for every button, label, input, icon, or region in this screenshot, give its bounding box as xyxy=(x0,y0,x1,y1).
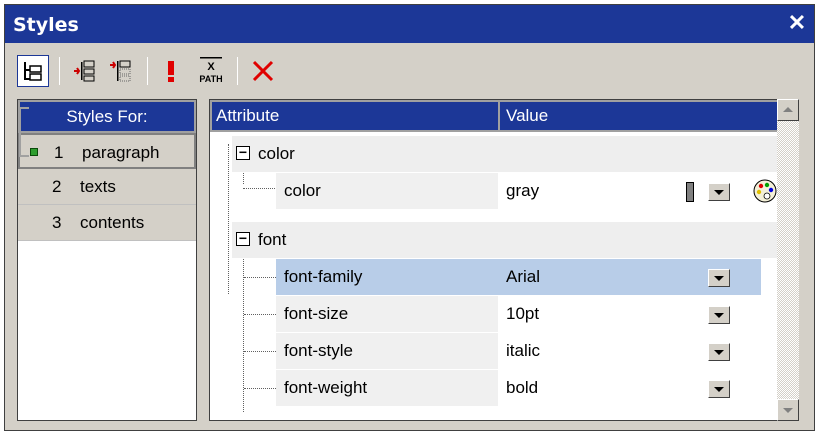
delete-button[interactable] xyxy=(247,55,279,87)
important-button[interactable] xyxy=(155,55,187,87)
styles-for-pane: Styles For: 1 paragraph 2 texts 3 conten… xyxy=(17,99,197,421)
delete-icon xyxy=(252,60,274,82)
add-style-icon xyxy=(74,60,95,82)
styles-for-item-1[interactable]: 1 paragraph xyxy=(18,133,196,169)
xpath-icon: X PATH xyxy=(199,57,223,84)
attribute-value[interactable]: 10pt xyxy=(506,304,539,324)
title-bar: Styles ✕ xyxy=(5,5,814,43)
pane-splitter[interactable] xyxy=(197,99,209,421)
active-indicator-icon xyxy=(30,148,38,156)
xpath-button[interactable]: X PATH xyxy=(195,55,227,87)
group-label: color xyxy=(258,144,295,163)
item-label: contents xyxy=(80,213,145,232)
append-style-button[interactable] xyxy=(105,55,137,87)
value-dropdown-icon[interactable] xyxy=(708,343,730,361)
attribute-name: font-style xyxy=(284,341,353,360)
attribute-row-font-size[interactable]: font-size 10pt xyxy=(210,296,792,333)
grid-header: Attribute Value xyxy=(210,100,792,132)
attribute-name: font-family xyxy=(284,267,363,286)
attribute-value[interactable]: italic xyxy=(506,341,540,361)
window-title: Styles xyxy=(13,14,79,36)
add-style-button[interactable] xyxy=(69,55,101,87)
attribute-row-color[interactable]: color gray xyxy=(210,173,792,210)
attribute-row-font-family[interactable]: font-family Arial xyxy=(210,259,792,296)
attribute-column-header[interactable]: Attribute xyxy=(216,106,279,126)
value-dropdown-icon[interactable] xyxy=(708,269,730,287)
group-label: font xyxy=(258,230,287,249)
item-number: 3 xyxy=(52,213,62,232)
item-label: texts xyxy=(80,177,116,196)
value-dropdown-icon[interactable] xyxy=(708,380,730,398)
toolbar-separator xyxy=(59,57,60,85)
tree-line xyxy=(244,388,276,389)
group-row-color[interactable]: − color xyxy=(210,136,792,173)
attribute-name: color xyxy=(284,181,321,200)
styles-for-item-2[interactable]: 2 texts xyxy=(18,169,196,205)
close-icon[interactable]: ✕ xyxy=(786,12,808,34)
styles-for-header: Styles For: xyxy=(18,100,196,133)
append-style-icon xyxy=(110,60,131,82)
tree-line xyxy=(244,351,276,352)
scroll-track[interactable] xyxy=(777,121,799,399)
tree-view-button[interactable] xyxy=(17,55,49,87)
attribute-row-font-weight[interactable]: font-weight bold xyxy=(210,370,792,407)
tree-line xyxy=(244,314,276,315)
styles-for-empty xyxy=(18,242,196,420)
item-label: paragraph xyxy=(82,143,160,162)
collapse-icon[interactable]: − xyxy=(236,231,250,246)
attribute-value[interactable]: gray xyxy=(506,181,539,201)
item-number: 2 xyxy=(52,177,62,196)
styles-for-item-3[interactable]: 3 contents xyxy=(18,205,196,241)
attribute-name: font-weight xyxy=(284,378,368,397)
xpath-path-label: PATH xyxy=(199,74,222,84)
group-bracket xyxy=(19,107,29,157)
toolbar: X PATH xyxy=(5,43,814,98)
attributes-grid: Attribute Value − color color gray − fon… xyxy=(209,99,793,421)
attribute-name: font-size xyxy=(284,304,349,323)
attribute-value[interactable]: bold xyxy=(506,378,538,398)
attribute-row-font-style[interactable]: font-style italic xyxy=(210,333,792,370)
scroll-up-icon[interactable] xyxy=(777,99,799,121)
tree-line xyxy=(244,277,276,278)
value-column-header[interactable]: Value xyxy=(506,106,548,126)
xpath-x-label: X xyxy=(207,61,215,73)
vertical-scrollbar[interactable] xyxy=(777,99,799,421)
toolbar-separator xyxy=(237,57,238,85)
column-divider[interactable] xyxy=(498,102,500,130)
color-swatch xyxy=(686,182,694,202)
scroll-down-icon[interactable] xyxy=(777,399,799,421)
toolbar-separator xyxy=(147,57,148,85)
color-palette-icon[interactable] xyxy=(752,178,778,204)
important-icon xyxy=(168,61,174,82)
value-dropdown-icon[interactable] xyxy=(708,183,730,201)
attribute-value[interactable]: Arial xyxy=(506,267,540,287)
value-dropdown-icon[interactable] xyxy=(708,306,730,324)
collapse-icon[interactable]: − xyxy=(236,145,250,160)
tree-view-icon xyxy=(24,62,42,81)
group-row-font[interactable]: − font xyxy=(210,222,792,259)
styles-window: Styles ✕ X PATH Styles For: 1 paragraph … xyxy=(4,4,815,431)
item-number: 1 xyxy=(54,143,64,162)
